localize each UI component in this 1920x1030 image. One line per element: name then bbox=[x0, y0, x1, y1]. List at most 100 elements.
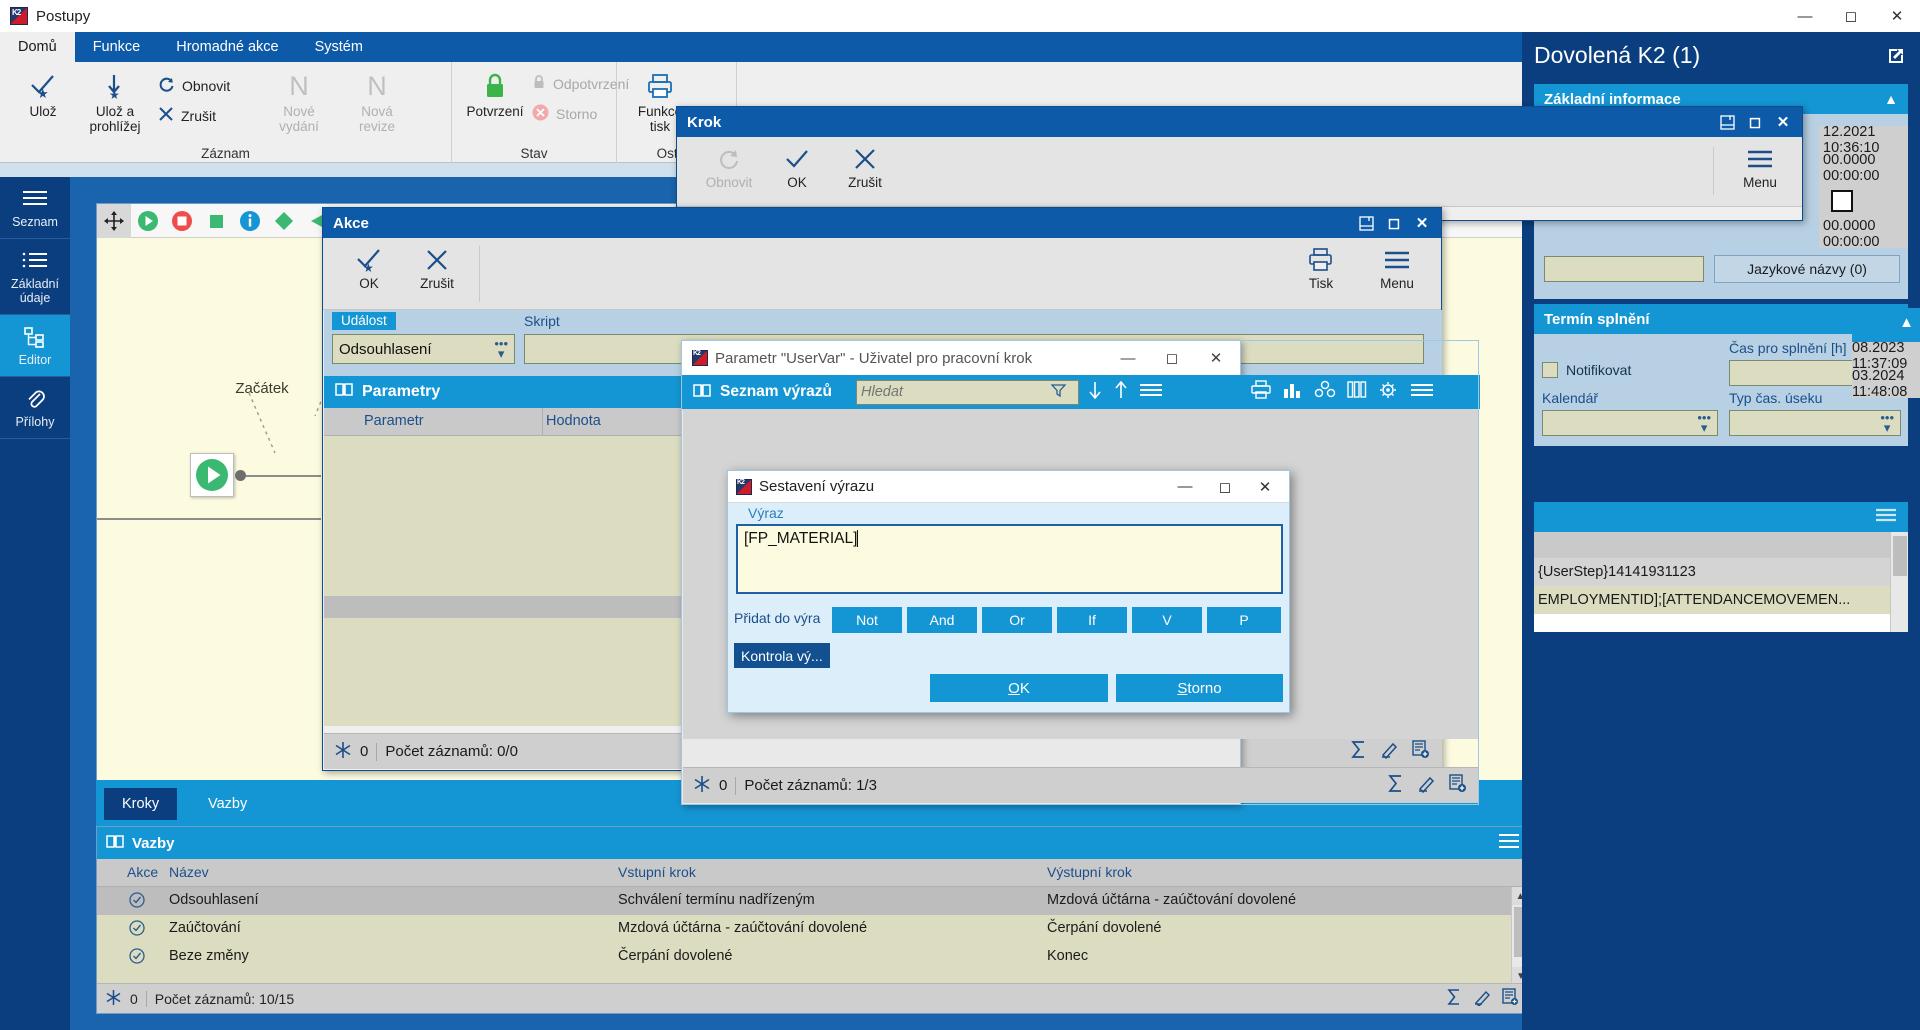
tab-funkce[interactable]: Funkce bbox=[75, 32, 159, 62]
new-record-icon[interactable] bbox=[1411, 740, 1430, 763]
window-krok-titlebar[interactable]: Krok ◻ ✕ bbox=[677, 107, 1802, 137]
storno-button[interactable]: Storno bbox=[1116, 674, 1283, 702]
column-akce[interactable]: Akce bbox=[127, 864, 158, 880]
krok-zrusit-button[interactable]: Zrušit bbox=[831, 143, 899, 190]
column-vstupni-krok[interactable]: Vstupní krok bbox=[618, 864, 696, 880]
edit-icon[interactable] bbox=[1417, 774, 1436, 797]
table-row[interactable]: Beze změny Čerpání dovolené Konec bbox=[97, 943, 1515, 971]
hamburger-icon[interactable] bbox=[1497, 832, 1521, 854]
stop-circle-icon[interactable] bbox=[165, 204, 199, 238]
window-akce-titlebar[interactable]: Akce ◻ ✕ bbox=[323, 208, 1441, 238]
minimize-icon[interactable]: — bbox=[1782, 0, 1828, 32]
chevron-down-icon[interactable]: ••• ▾ bbox=[494, 337, 508, 360]
chart-icon[interactable] bbox=[1282, 380, 1304, 404]
chevron-up-icon[interactable]: ▲ bbox=[1884, 91, 1898, 107]
restore-down-icon[interactable] bbox=[1353, 210, 1379, 236]
basic-input[interactable] bbox=[1544, 256, 1704, 282]
akce-menu-button[interactable]: Menu bbox=[1363, 244, 1431, 291]
op-button-v[interactable]: V bbox=[1132, 607, 1202, 633]
sum-icon[interactable] bbox=[1445, 988, 1463, 1009]
maximize-icon[interactable]: ◻ bbox=[1381, 210, 1407, 236]
sidebar-item-editor[interactable]: Editor bbox=[0, 315, 70, 377]
sidebar-item-seznam[interactable]: Seznam bbox=[0, 177, 70, 239]
close-icon[interactable]: ✕ bbox=[1194, 342, 1238, 374]
hamburger-icon[interactable] bbox=[1139, 382, 1163, 402]
uloz-button[interactable]: ★ Ulož bbox=[6, 68, 80, 119]
tab-hromadne-akce[interactable]: Hromadné akce bbox=[158, 32, 296, 62]
close-icon[interactable]: ✕ bbox=[1409, 210, 1435, 236]
group-icon[interactable] bbox=[1314, 380, 1336, 404]
close-icon[interactable]: ✕ bbox=[1770, 109, 1796, 135]
table-row[interactable]: Zaúčtování Mzdová účtárna - zaúčtování d… bbox=[97, 915, 1515, 943]
square-icon[interactable] bbox=[199, 204, 233, 238]
close-icon[interactable]: ✕ bbox=[1245, 472, 1285, 502]
minimize-icon[interactable]: — bbox=[1165, 472, 1205, 502]
nova-revize-button[interactable]: N Nová revize bbox=[340, 68, 414, 135]
sort-down-icon[interactable] bbox=[1087, 381, 1103, 403]
column-parametr[interactable]: Parametr bbox=[364, 413, 424, 429]
storno-button[interactable]: Storno bbox=[532, 104, 597, 124]
tab-domu[interactable]: Domů bbox=[0, 32, 75, 62]
krok-ok-button[interactable]: OK bbox=[763, 143, 831, 190]
nove-vydani-button[interactable]: N Nové vydání bbox=[262, 68, 336, 135]
jazykove-nazvy-button[interactable]: Jazykové názvy (0) bbox=[1714, 255, 1900, 283]
maximize-icon[interactable]: ◻ bbox=[1150, 342, 1194, 374]
vyraz-input[interactable]: [FP_MATERIAL] bbox=[736, 524, 1283, 594]
ok-button[interactable]: OK bbox=[930, 674, 1108, 702]
rows-scrollbar[interactable] bbox=[1890, 532, 1908, 632]
move-icon[interactable] bbox=[97, 203, 131, 238]
column-hodnota[interactable]: Hodnota bbox=[546, 413, 601, 429]
kontrola-vyrazu-button[interactable]: Kontrola vý... bbox=[734, 643, 830, 668]
start-circle-icon[interactable] bbox=[131, 204, 165, 238]
checkbox-icon[interactable] bbox=[1831, 190, 1853, 212]
tab-system[interactable]: Systém bbox=[297, 32, 381, 62]
tab-vazby[interactable]: Vazby bbox=[190, 788, 265, 820]
info-icon[interactable] bbox=[233, 204, 267, 238]
maximize-icon[interactable]: ◻ bbox=[1742, 109, 1768, 135]
sum-icon[interactable] bbox=[1349, 740, 1368, 763]
column-vystupni-krok[interactable]: Výstupní krok bbox=[1047, 864, 1132, 880]
menu-icon[interactable] bbox=[1410, 382, 1434, 402]
typ-select[interactable]: ••• ▾ bbox=[1729, 410, 1901, 436]
akce-ok-button[interactable]: ★ OK bbox=[335, 244, 403, 291]
scrollbar-thumb[interactable] bbox=[1893, 536, 1907, 576]
sort-up-icon[interactable] bbox=[1113, 380, 1129, 403]
restore-down-icon[interactable] bbox=[1714, 109, 1740, 135]
dialog-titlebar[interactable]: Sestavení výrazu — ◻ ✕ bbox=[728, 471, 1289, 503]
sidebar-item-prilohy[interactable]: Přílohy bbox=[0, 377, 70, 439]
kalendar-select[interactable]: ••• ▾ bbox=[1542, 410, 1718, 436]
columns-icon[interactable] bbox=[1346, 380, 1368, 404]
list-item[interactable]: EMPLOYMENTID];[ATTENDANCEMOVEMEN... bbox=[1534, 586, 1894, 614]
settings-icon[interactable] bbox=[1378, 380, 1400, 404]
search-input[interactable] bbox=[861, 384, 1051, 400]
diagram-node-port[interactable] bbox=[235, 470, 246, 481]
maximize-icon[interactable]: ◻ bbox=[1205, 472, 1245, 502]
notifikovat-checkbox[interactable] bbox=[1542, 362, 1558, 378]
close-icon[interactable]: ✕ bbox=[1874, 0, 1920, 32]
chevron-down-icon[interactable]: ••• ▾ bbox=[1697, 411, 1711, 434]
op-button-and[interactable]: And bbox=[907, 607, 977, 633]
search-input-wrap[interactable] bbox=[856, 379, 1079, 405]
maximize-icon[interactable]: ◻ bbox=[1828, 0, 1874, 32]
chevron-up-icon[interactable]: ▲ bbox=[1899, 314, 1914, 331]
tab-kroky[interactable]: Kroky bbox=[104, 788, 178, 820]
new-record-icon[interactable] bbox=[1448, 774, 1467, 797]
potvrzeni-button[interactable]: Potvrzení bbox=[458, 68, 532, 119]
zrusit-button[interactable]: Zrušit bbox=[158, 106, 216, 125]
print-icon[interactable] bbox=[1250, 380, 1272, 404]
table-row[interactable]: Odsouhlasení Schválení termínu nadřízený… bbox=[97, 887, 1515, 915]
new-record-icon[interactable] bbox=[1501, 988, 1519, 1009]
notifikovat-checkbox-row[interactable]: Notifikovat bbox=[1542, 362, 1631, 378]
window-uservar-titlebar[interactable]: Parametr "UserVar" - Uživatel pro pracov… bbox=[682, 341, 1240, 375]
diamond-icon[interactable] bbox=[267, 204, 301, 238]
op-button-or[interactable]: Or bbox=[982, 607, 1052, 633]
section-rows-header[interactable] bbox=[1534, 502, 1908, 532]
hamburger-icon[interactable] bbox=[1874, 507, 1898, 527]
akce-zrusit-button[interactable]: Zrušit bbox=[403, 244, 471, 291]
edit-icon[interactable] bbox=[1473, 988, 1491, 1009]
sidebar-item-zakladni-udaje[interactable]: Základní údaje bbox=[0, 239, 70, 315]
list-item[interactable]: {UserStep}14141931123 bbox=[1534, 558, 1894, 586]
akce-tisk-button[interactable]: Tisk bbox=[1287, 244, 1355, 291]
filter-icon[interactable] bbox=[1050, 383, 1067, 402]
op-button-if[interactable]: If bbox=[1057, 607, 1127, 633]
